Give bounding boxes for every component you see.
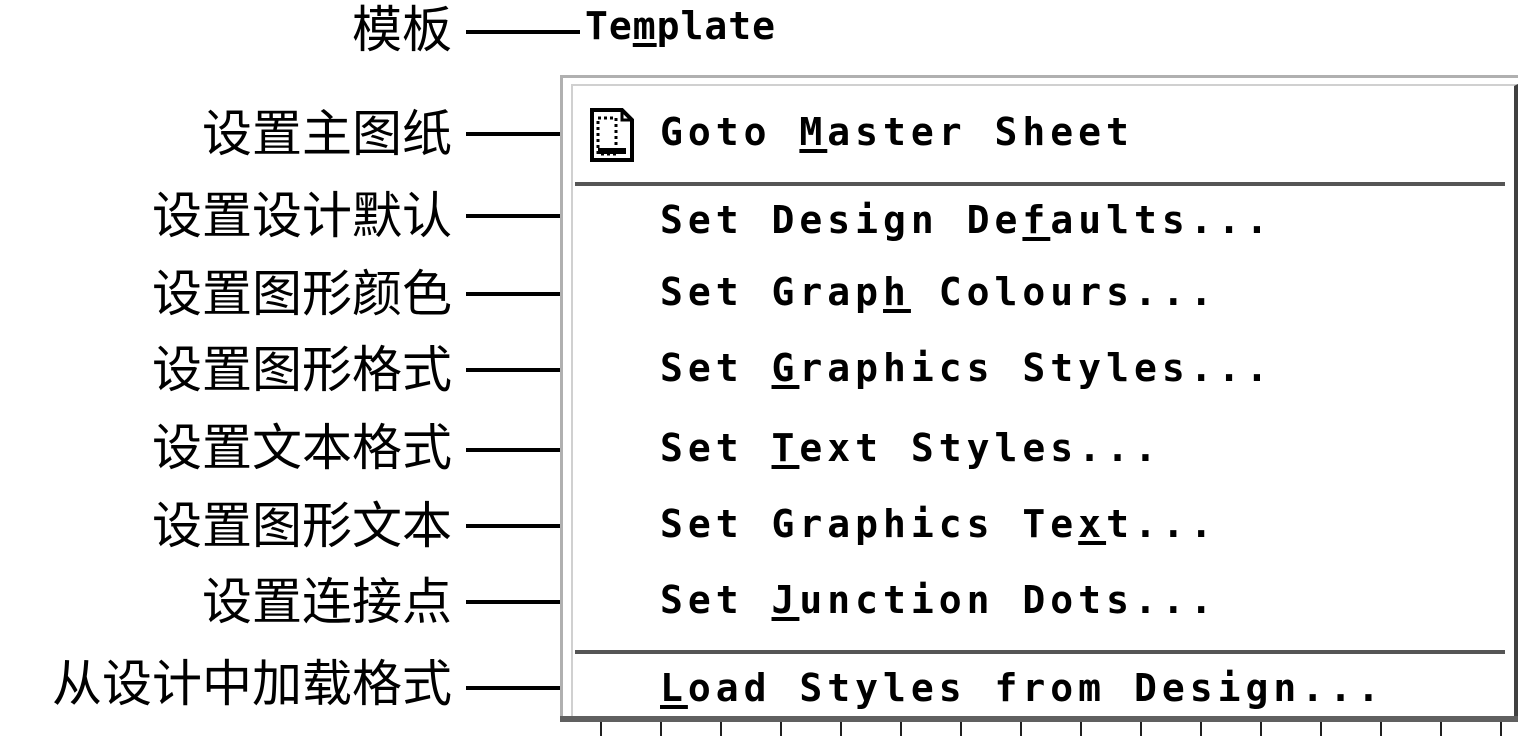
menu-item-mnemonic: f (1022, 198, 1051, 242)
menu-item-mnemonic: h (883, 270, 911, 314)
menu-item-set-text-styles[interactable]: Set Text Styles... (660, 426, 1162, 470)
menu-item-goto-master-sheet[interactable]: Goto Master Sheet (660, 110, 1134, 154)
menu-item-text-before: Set Design De (660, 198, 1023, 242)
menu-item-set-graph-colours[interactable]: Set Graph Colours... (660, 270, 1218, 314)
menu-item-text-after: oad Styles from Design... (687, 666, 1385, 710)
menu-item-text-before: Goto (660, 110, 800, 154)
menu-item-text-after: unction Dots... (799, 578, 1218, 622)
menu-title-mnemonic: m (632, 4, 657, 48)
menu-item-set-graphics-text[interactable]: Set Graphics Text... (660, 502, 1218, 546)
menu-item-text-after: aults... (1050, 198, 1274, 242)
menu-bottom-edge (560, 722, 1518, 736)
menu-item-set-junction-dots[interactable]: Set Junction Dots... (660, 578, 1218, 622)
annotation-template: 模板 (352, 1, 452, 59)
menu-item-text-after: Colours... (910, 270, 1218, 314)
menu-item-text-before: Set Grap (660, 270, 884, 314)
menu-item-load-styles-from-design[interactable]: Load Styles from Design... (660, 666, 1385, 710)
annotation-goto-master-sheet: 设置主图纸 (202, 105, 452, 163)
menu-separator (575, 182, 1505, 186)
menu-item-text-after: raphics Styles... (799, 346, 1274, 390)
menu-item-mnemonic: M (799, 110, 828, 154)
annotation-load-styles-from-design: 从设计中加载格式 (52, 655, 452, 713)
document-icon (590, 108, 634, 162)
annotation-set-graphics-styles: 设置图形格式 (152, 341, 452, 399)
menu-item-mnemonic: L (660, 666, 688, 710)
menu-title-text-after: plate (656, 4, 777, 48)
menu-separator (575, 650, 1505, 654)
menu-item-mnemonic: J (771, 578, 800, 622)
menu-title-template[interactable]: Template (585, 4, 776, 48)
annotation-set-junction-dots: 设置连接点 (202, 573, 452, 631)
menu-item-text-after: t... (1106, 502, 1218, 546)
menu-item-text-before: Set Graphics Te (660, 502, 1079, 546)
menu-item-mnemonic: G (771, 346, 800, 390)
menu-item-text-before: Set (660, 578, 772, 622)
annotation-set-graph-colours: 设置图形颜色 (152, 265, 452, 323)
menu-item-set-graphics-styles[interactable]: Set Graphics Styles... (660, 346, 1273, 390)
menu-item-text-after: ext Styles... (799, 426, 1162, 470)
menu-item-text-after: aster Sheet (827, 110, 1134, 154)
menu-item-text-before: Set (660, 426, 772, 470)
menu-item-mnemonic: T (771, 426, 800, 470)
menu-item-set-design-defaults[interactable]: Set Design Defaults... (660, 198, 1273, 242)
menu-item-text-before: Set (660, 346, 772, 390)
leader-line-template (466, 30, 580, 34)
dropdown-menu-panel (560, 75, 1518, 736)
annotation-set-graphics-text: 设置图形文本 (152, 497, 452, 555)
annotation-set-text-styles: 设置文本格式 (152, 419, 452, 477)
menu-title-text-before: Te (585, 4, 633, 48)
annotation-set-design-defaults: 设置设计默认 (152, 187, 452, 245)
menu-item-mnemonic: x (1078, 502, 1107, 546)
